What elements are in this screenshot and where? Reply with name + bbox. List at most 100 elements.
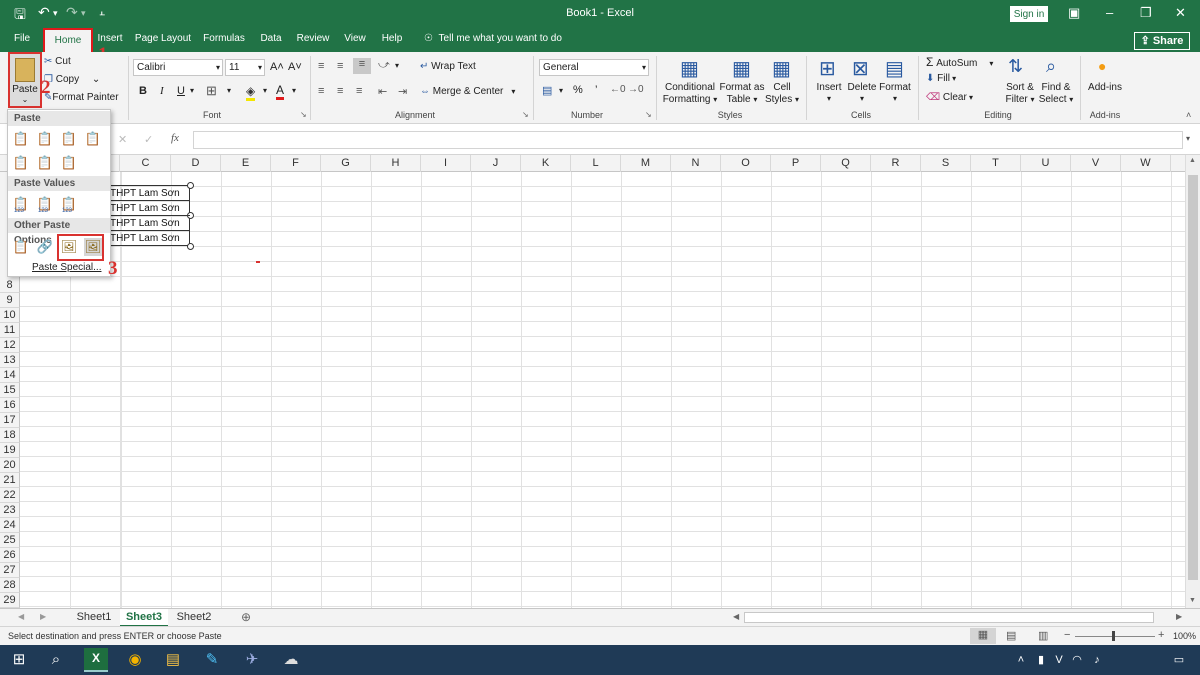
conditional-formatting-button[interactable]: ▦ Conditional Formatting ▾	[662, 56, 718, 108]
maximize-icon[interactable]: ❐	[1140, 5, 1152, 21]
row-header-23[interactable]: 23	[0, 503, 20, 518]
formula-input[interactable]	[193, 131, 1183, 149]
dialog-launcher-icon[interactable]: ↘	[645, 110, 652, 119]
clear-button[interactable]: ⌫ Clear ▾	[926, 92, 973, 103]
row-header-22[interactable]: 22	[0, 488, 20, 503]
horizontal-scrollbar-thumb[interactable]	[744, 612, 1154, 623]
column-header-o[interactable]: O	[721, 155, 771, 172]
zoom-slider[interactable]	[1075, 636, 1155, 637]
row-header-15[interactable]: 15	[0, 383, 20, 398]
find-select-button[interactable]: ⌕ Find & Select ▾	[1038, 56, 1074, 108]
underline-button[interactable]: U	[177, 85, 185, 97]
font-size-select[interactable]: 11 ▾	[225, 59, 265, 76]
font-color-icon[interactable]: A	[276, 83, 285, 100]
format-painter-button[interactable]: ✎Format Painter	[44, 92, 119, 103]
dialog-launcher-icon[interactable]: ↘	[300, 110, 307, 119]
add-sheet-icon[interactable]: ⊕	[241, 610, 251, 624]
row-header-18[interactable]: 18	[0, 428, 20, 443]
column-header-v[interactable]: V	[1071, 155, 1121, 172]
borders-dropdown-icon[interactable]: ▾	[227, 86, 231, 95]
align-center-icon[interactable]: ≡	[337, 85, 343, 97]
insert-cells-button[interactable]: ⊞ Insert ▾	[812, 56, 846, 108]
file-explorer-icon[interactable]: ▤	[162, 650, 184, 670]
column-header-s[interactable]: S	[921, 155, 971, 172]
worksheet-grid[interactable]: 8 9 10 11 12 13 14 15 16 17 18 19 20 21 22 23 24 25 26 27 28…	[0, 172, 1185, 608]
row-header-19[interactable]: 19	[0, 443, 20, 458]
orientation-dropdown-icon[interactable]: ▾	[395, 61, 399, 70]
borders-icon[interactable]: ⊞	[206, 83, 217, 99]
paste-formulas-number-format-icon[interactable]: 📋	[60, 130, 78, 148]
column-header-m[interactable]: M	[621, 155, 671, 172]
tab-home[interactable]: Home	[43, 28, 93, 53]
column-header-r[interactable]: R	[871, 155, 921, 172]
column-header-q[interactable]: Q	[821, 155, 871, 172]
number-format-select[interactable]: General ▾	[539, 59, 649, 76]
percent-button[interactable]: %	[573, 84, 583, 96]
scroll-left-icon[interactable]: ◀	[733, 612, 739, 621]
column-header-h[interactable]: H	[371, 155, 421, 172]
notifications-icon[interactable]: ▭	[1168, 650, 1190, 670]
page-layout-view-icon[interactable]: ▤	[1006, 629, 1016, 642]
tray-overflow-icon[interactable]: ˄	[1010, 650, 1032, 670]
column-header-c[interactable]: C	[121, 155, 171, 172]
currency-icon[interactable]: ▤	[542, 84, 552, 97]
app-icon-2[interactable]: ☁	[280, 650, 302, 670]
column-header-w[interactable]: W	[1121, 155, 1171, 172]
zoom-level[interactable]: 100%	[1173, 631, 1196, 641]
sheet-tab-sheet2[interactable]: Sheet2	[170, 609, 218, 627]
scroll-up-icon[interactable]: ▲	[1189, 157, 1196, 164]
collapse-ribbon-icon[interactable]: ˄	[1186, 110, 1191, 120]
row-header-25[interactable]: 25	[0, 533, 20, 548]
increase-indent-icon[interactable]: ⇥	[398, 85, 407, 98]
vertical-scrollbar[interactable]: ▲ ▼	[1185, 155, 1200, 608]
italic-button[interactable]: I	[160, 85, 164, 97]
zoom-in-icon[interactable]: +	[1158, 629, 1164, 641]
close-icon[interactable]: ✕	[1175, 5, 1186, 21]
decrease-font-icon[interactable]: A˅	[288, 61, 302, 73]
sign-in-button[interactable]: Sign in	[1010, 6, 1048, 22]
row-header-16[interactable]: 16	[0, 398, 20, 413]
cut-button[interactable]: ✂ Cut	[44, 56, 71, 67]
orientation-icon[interactable]: ⤻	[378, 59, 390, 72]
column-header-n[interactable]: N	[671, 155, 721, 172]
row-header-21[interactable]: 21	[0, 473, 20, 488]
row-header-27[interactable]: 27	[0, 563, 20, 578]
zoom-slider-thumb[interactable]	[1112, 631, 1115, 641]
row-header-12[interactable]: 12	[0, 338, 20, 353]
column-header-i[interactable]: I	[421, 155, 471, 172]
column-header-k[interactable]: K	[521, 155, 571, 172]
tab-formulas[interactable]: Formulas	[200, 28, 248, 52]
dialog-launcher-icon[interactable]: ↘	[522, 110, 529, 119]
paste-formulas-icon[interactable]: 📋	[36, 130, 54, 148]
scroll-down-icon[interactable]: ▼	[1189, 597, 1196, 604]
row-header-24[interactable]: 24	[0, 518, 20, 533]
row-header-8[interactable]: 8	[0, 278, 20, 293]
row-header-9[interactable]: 9	[0, 293, 20, 308]
wifi-icon[interactable]: ◠	[1066, 650, 1088, 670]
column-header-t[interactable]: T	[971, 155, 1021, 172]
excel-app-icon[interactable]: X	[84, 648, 108, 672]
windows-start-icon[interactable]: ⊞	[8, 650, 30, 670]
volume-icon[interactable]: ♪	[1086, 650, 1108, 670]
fill-button[interactable]: ⬇ Fill ▾	[926, 73, 956, 84]
merge-center-button[interactable]: ⇔ Merge & Center ▾	[420, 86, 515, 97]
paste-link-icon[interactable]: 🔗	[36, 238, 54, 256]
column-header-g[interactable]: G	[321, 155, 371, 172]
add-ins-button[interactable]: ● Add-ins	[1086, 56, 1124, 108]
align-middle-icon[interactable]: ≡	[337, 60, 343, 72]
resize-handle[interactable]	[187, 182, 194, 189]
increase-decimal-icon[interactable]: ←0	[610, 84, 626, 95]
increase-font-icon[interactable]: A˄	[270, 61, 284, 73]
column-header-d[interactable]: D	[171, 155, 221, 172]
scrollbar-thumb[interactable]	[1188, 175, 1198, 580]
row-header-28[interactable]: 28	[0, 578, 20, 593]
paste-special-item[interactable]: Paste Special...	[32, 262, 101, 273]
row-header-11[interactable]: 11	[0, 323, 20, 338]
chrome-icon[interactable]: ◉	[124, 650, 146, 670]
font-name-select[interactable]: Calibri ▾	[133, 59, 223, 76]
row-header-20[interactable]: 20	[0, 458, 20, 473]
page-break-view-icon[interactable]: ▥	[1038, 629, 1048, 642]
font-color-dropdown-icon[interactable]: ▾	[292, 86, 296, 95]
tab-review[interactable]: Review	[294, 28, 332, 52]
insert-function-button[interactable]: fx	[171, 132, 179, 144]
